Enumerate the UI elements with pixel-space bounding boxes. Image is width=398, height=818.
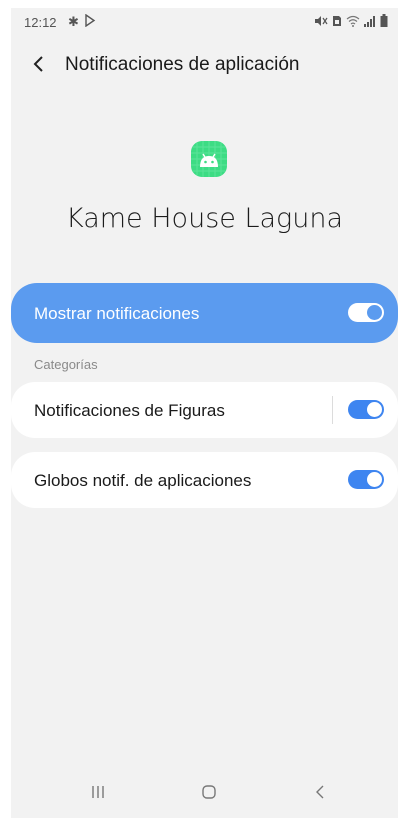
navigation-bar	[11, 770, 398, 818]
toggle-knob	[367, 305, 382, 320]
signal-icon	[364, 15, 376, 27]
category-label: Globos notif. de aplicaciones	[34, 471, 252, 490]
show-notifications-toggle[interactable]	[348, 303, 384, 322]
play-icon	[84, 13, 96, 30]
back-icon	[316, 785, 324, 799]
status-time: 12:12	[24, 15, 57, 30]
home-button[interactable]	[201, 784, 217, 805]
header: Notificaciones de aplicación	[11, 44, 398, 84]
app-name: Kame House Laguna	[65, 203, 344, 234]
chevron-left-icon	[33, 56, 43, 72]
show-notifications-label: Mostrar notificaciones	[34, 304, 200, 323]
nav-back-button[interactable]	[313, 784, 327, 805]
status-bar: 12:12 ✱	[11, 8, 398, 36]
toggle-knob	[367, 402, 382, 417]
gear-icon: ✱	[68, 14, 79, 29]
recents-button[interactable]	[91, 784, 105, 805]
category-item-figuras[interactable]: Notificaciones de Figuras	[11, 382, 398, 438]
page-title: Notificaciones de aplicación	[65, 54, 300, 75]
mute-icon	[314, 15, 328, 27]
globos-toggle[interactable]	[348, 470, 384, 489]
section-label-categories: Categorías	[34, 357, 98, 372]
divider	[332, 396, 333, 424]
toggle-knob	[367, 472, 382, 487]
battery-icon	[380, 14, 388, 27]
show-notifications-row[interactable]: Mostrar notificaciones	[11, 283, 398, 343]
figuras-toggle[interactable]	[348, 400, 384, 419]
android-icon	[191, 141, 227, 177]
category-label: Notificaciones de Figuras	[34, 401, 225, 420]
sim-icon	[332, 15, 342, 27]
settings-screen: 12:12 ✱ Notificaciones de aplicación Kam…	[11, 8, 398, 818]
back-button[interactable]	[29, 52, 49, 76]
wifi-icon	[346, 15, 360, 27]
category-item-globos[interactable]: Globos notif. de aplicaciones	[11, 452, 398, 508]
status-icons	[314, 14, 388, 27]
recents-icon	[92, 786, 104, 798]
home-icon	[202, 785, 216, 799]
